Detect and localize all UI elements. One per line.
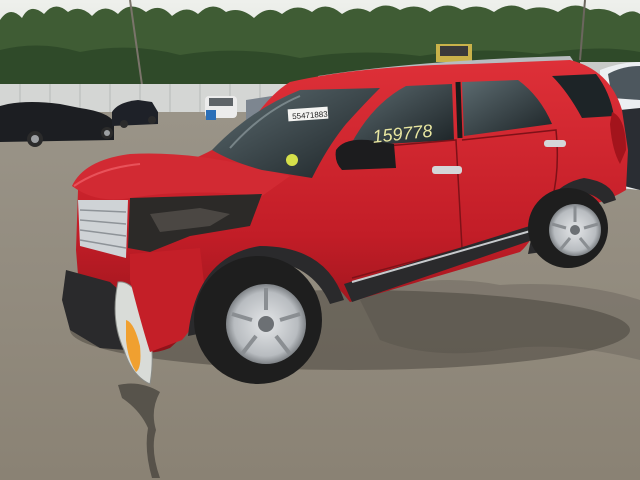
salvage-suv-photo: 55471883 159778 [0, 0, 640, 480]
rear-wheel [528, 188, 608, 268]
front-wheel [194, 256, 322, 384]
